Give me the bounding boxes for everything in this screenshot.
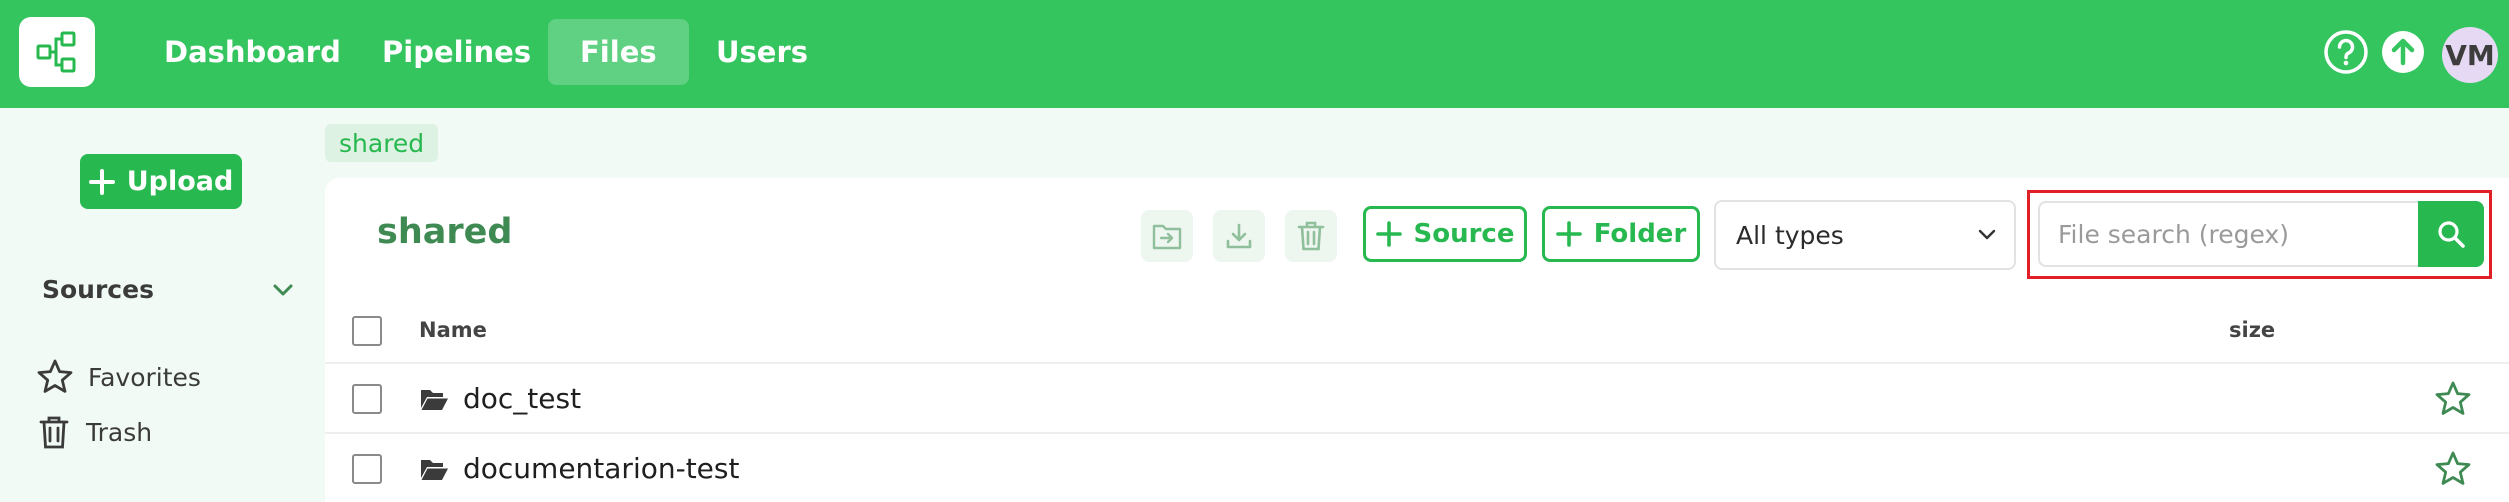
add-source-label: Source: [1413, 219, 1515, 249]
sources-heading[interactable]: Sources: [42, 275, 154, 304]
plus-icon: [1555, 221, 1582, 247]
row-name-label: documentarion-test: [463, 452, 740, 485]
help-icon[interactable]: [2321, 27, 2371, 77]
move-button[interactable]: [1141, 210, 1193, 262]
type-filter-value: All types: [1736, 220, 1844, 250]
row-name-label: doc_test: [463, 382, 582, 415]
top-navigation-bar: Dashboard Pipelines Files Users VM: [0, 0, 2509, 108]
user-avatar[interactable]: VM: [2442, 27, 2498, 83]
upload-button-label: Upload: [126, 166, 234, 197]
star-icon[interactable]: [2434, 450, 2472, 488]
select-all-checkbox[interactable]: [352, 316, 382, 346]
nav-files[interactable]: Files: [548, 19, 689, 85]
chevron-down-icon: [1978, 229, 1996, 240]
table-row[interactable]: doc_test: [325, 364, 2509, 434]
breadcrumb-shared[interactable]: shared: [325, 124, 439, 162]
row-checkbox[interactable]: [352, 384, 382, 414]
pipeline-logo-icon: [36, 31, 76, 73]
trash-icon: [39, 416, 69, 449]
column-header-size[interactable]: size: [2229, 318, 2275, 342]
upload-button[interactable]: Upload: [80, 154, 242, 209]
add-folder-label: Folder: [1593, 219, 1687, 249]
row-name[interactable]: doc_test: [419, 382, 581, 415]
chevron-down-icon[interactable]: [272, 282, 294, 298]
folder-open-icon: [421, 459, 448, 480]
page-title: shared: [377, 212, 513, 252]
sidebar-link-favorites[interactable]: Favorites: [36, 358, 201, 396]
sidebar-link-label: Trash: [86, 417, 153, 447]
download-button[interactable]: [1213, 210, 1265, 262]
plus-icon: [1375, 221, 1402, 247]
search-highlight-box: [2027, 190, 2492, 279]
star-icon[interactable]: [2434, 380, 2472, 418]
plus-icon: [88, 168, 115, 195]
search-button[interactable]: [2418, 201, 2484, 267]
trash-icon: [1297, 221, 1325, 251]
star-icon: [37, 359, 73, 393]
column-header-name[interactable]: Name: [419, 318, 487, 342]
move-to-folder-icon: [1152, 224, 1182, 250]
delete-button[interactable]: [1285, 210, 1337, 262]
type-filter-select[interactable]: All types: [1714, 200, 2016, 270]
search-icon: [2438, 221, 2465, 248]
app-logo[interactable]: [19, 17, 95, 87]
sidebar-link-trash[interactable]: Trash: [36, 414, 152, 450]
table-row[interactable]: documentarion-test: [325, 434, 2509, 502]
file-search-input[interactable]: [2038, 201, 2418, 267]
nav-pipelines[interactable]: Pipelines: [350, 19, 563, 85]
upload-arrow-icon[interactable]: [2378, 27, 2428, 77]
row-checkbox[interactable]: [352, 454, 382, 484]
download-icon: [1226, 223, 1252, 249]
file-browser-panel: shared Source Folder All types File sear…: [325, 178, 2509, 502]
add-folder-button[interactable]: Folder: [1542, 206, 1700, 262]
row-name[interactable]: documentarion-test: [419, 452, 739, 485]
table-header: Name size: [325, 298, 2509, 364]
folder-open-icon: [421, 389, 448, 410]
sidebar-link-label: Favorites: [88, 362, 201, 392]
nav-users[interactable]: Users: [684, 19, 840, 85]
nav-dashboard[interactable]: Dashboard: [132, 19, 373, 85]
add-source-button[interactable]: Source: [1363, 206, 1527, 262]
